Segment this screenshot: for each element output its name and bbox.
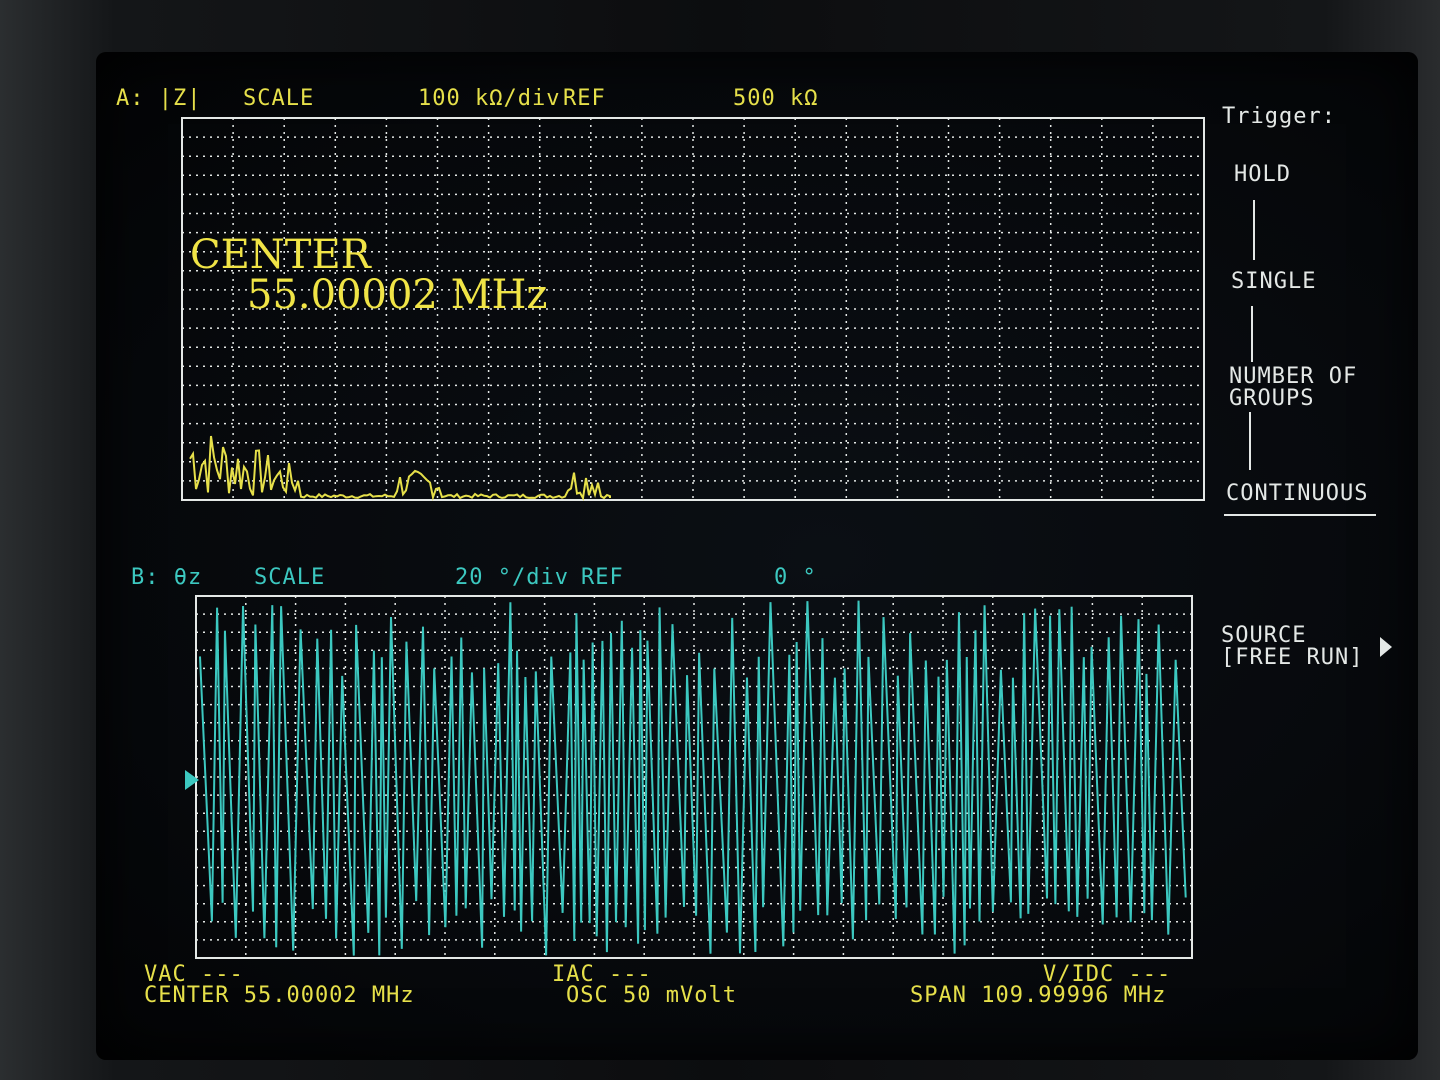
status-center: CENTER 55.00002 MHz [144,983,415,1008]
trace-b-ref-label: REF [581,565,624,590]
trigger-menu-title: Trigger: [1222,104,1336,129]
trace-a-ref-value: 500 kΩ [733,86,819,111]
source-arrow-icon [1380,637,1392,657]
status-span: SPAN 109.99996 MHz [910,983,1167,1008]
softkey-selected-underline [1224,514,1376,516]
softkey-hold[interactable]: HOLD [1234,162,1291,187]
softkey-connector [1253,200,1255,260]
softkey-connector [1251,306,1253,362]
trace-b-scale-label: SCALE [254,565,326,590]
softkey-number-of-groups-line2[interactable]: GROUPS [1229,386,1314,411]
softkey-connector [1249,412,1251,470]
status-osc: OSC 50 mVolt [566,983,737,1008]
softkey-single[interactable]: SINGLE [1231,269,1316,294]
trace-a-label: A: |Z| [116,86,202,111]
trace-b-ref-value: 0 ° [774,565,817,590]
marker-value: 55.00002 MHz [247,272,548,318]
trace-a-impedance-curve [189,435,611,502]
trace-b-label: B: θz [131,565,203,590]
softkey-source-line2[interactable]: [FREE RUN] [1221,645,1363,670]
trace-a-scale-value: 100 kΩ/div [418,86,561,111]
trace-b-phase-curve [199,600,1187,956]
trace-a-ref-label: REF [563,86,606,111]
softkey-continuous[interactable]: CONTINUOUS [1226,481,1368,506]
trace-b-scale-value: 20 °/div [455,565,569,590]
trace-a-scale-label: SCALE [243,86,315,111]
graticule-layer [181,117,1392,959]
